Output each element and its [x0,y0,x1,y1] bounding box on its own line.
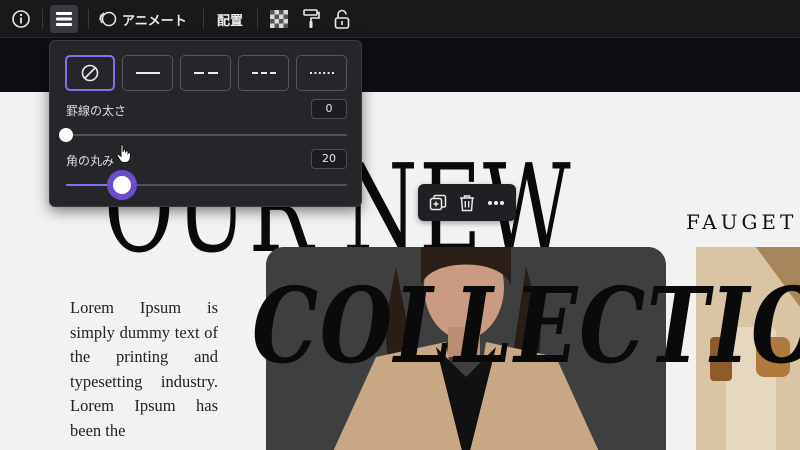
short-dashed-line-icon [251,72,276,74]
paint-roller-icon [303,9,320,28]
border-width-input[interactable]: 0 [311,99,347,119]
info-button[interactable] [8,5,34,33]
border-style-button[interactable] [50,5,78,33]
border-style-dotted[interactable] [296,55,347,91]
dotted-line-icon [309,72,334,74]
border-style-short-dashed[interactable] [238,55,289,91]
corner-radius-slider-handle[interactable] [113,176,132,194]
border-style-none[interactable] [65,55,115,91]
lock-button[interactable] [329,5,355,33]
info-icon [12,10,30,28]
element-context-toolbar [418,184,516,221]
checkerboard-icon [270,10,288,28]
animate-button[interactable]: アニメート [98,5,190,33]
delete-button[interactable] [456,192,478,214]
paint-roller-button[interactable] [298,5,324,33]
arrange-label: 配置 [216,13,243,29]
hand-cursor-icon [116,144,131,163]
brand-name[interactable]: FAUGET [686,210,797,234]
no-border-icon [81,64,99,82]
border-style-popup: 罫線の太さ 0 角の丸み 20 [49,40,362,207]
corner-radius-slider[interactable] [66,176,347,194]
solid-line-icon [135,72,160,74]
border-lines-icon [56,12,72,26]
duplicate-icon [430,194,447,210]
corner-radius-label: 角の丸み [66,154,115,168]
border-width-slider[interactable] [59,128,347,142]
border-width-slider-handle[interactable] [59,128,73,142]
title-collection[interactable]: COLLECTIO [252,264,800,387]
more-options-button[interactable] [485,192,507,214]
trash-icon [459,194,474,211]
dashed-line-icon [193,72,218,74]
ellipsis-icon [487,200,504,205]
corner-radius-input[interactable]: 20 [311,149,347,169]
transparency-button[interactable] [266,5,292,33]
border-style-solid[interactable] [122,55,173,91]
animate-label: アニメート [122,13,187,29]
border-style-dashed[interactable] [180,55,231,91]
arrange-button[interactable]: 配置 [212,5,248,33]
top-toolbar: アニメート 配置 [0,0,800,38]
body-text[interactable]: Lorem Ipsum is simply dummy text of the … [70,296,218,443]
border-width-label: 罫線の太さ [66,104,127,118]
duplicate-button[interactable] [427,192,449,214]
unlock-icon [334,9,350,29]
animate-icon [99,11,117,27]
